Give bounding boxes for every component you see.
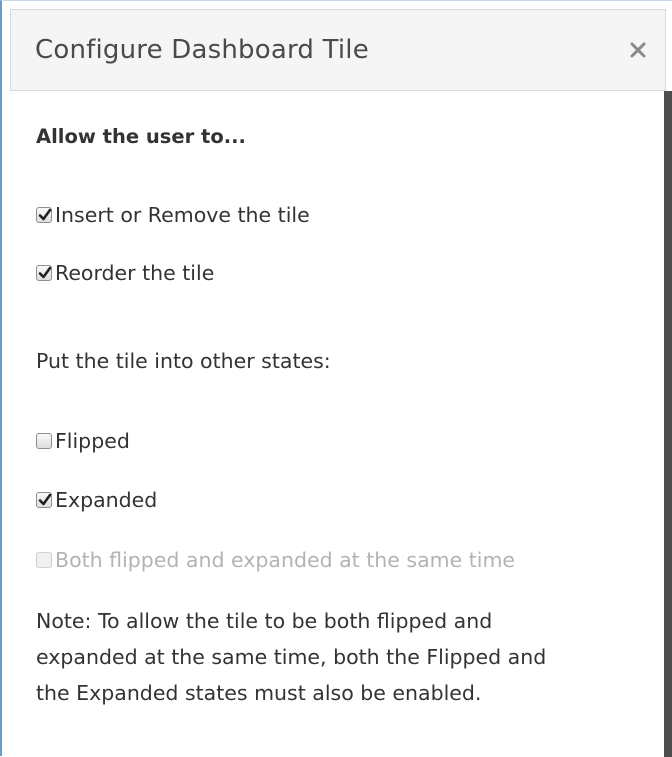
dialog-body: Allow the user to... Insert or Remove th… <box>10 91 656 757</box>
flipped-checkbox[interactable] <box>36 433 52 449</box>
note-text: Note: To allow the tile to be both flipp… <box>36 603 636 711</box>
checkbox-row-expanded[interactable]: Expanded <box>36 486 157 514</box>
dialog-title: Configure Dashboard Tile <box>35 35 369 65</box>
checkmark-icon <box>38 266 52 279</box>
configure-tile-dialog: Configure Dashboard Tile Allow the user … <box>0 0 672 757</box>
insert-remove-label: Insert or Remove the tile <box>55 203 310 227</box>
both-flipped-expanded-checkbox <box>36 552 52 568</box>
dialog-titlebar: Configure Dashboard Tile <box>10 9 666 91</box>
note-line: the Expanded states must also be enabled… <box>36 681 482 705</box>
expanded-label: Expanded <box>55 488 158 512</box>
close-button[interactable] <box>623 32 653 66</box>
permissions-heading: Allow the user to... <box>36 125 246 148</box>
states-heading: Put the tile into other states: <box>36 349 331 373</box>
note-line: Note: To allow the tile to be both flipp… <box>36 609 493 633</box>
expanded-checkbox[interactable] <box>36 492 52 508</box>
checkmark-icon <box>38 493 52 506</box>
checkbox-row-both: Both flipped and expanded at the same ti… <box>36 546 515 574</box>
reorder-label: Reorder the tile <box>55 261 215 285</box>
dialog-right-edge <box>664 91 672 757</box>
flipped-label: Flipped <box>55 429 130 453</box>
checkmark-icon <box>38 208 52 221</box>
checkbox-row-insert-remove[interactable]: Insert or Remove the tile <box>36 201 310 229</box>
checkbox-row-flipped[interactable]: Flipped <box>36 427 130 455</box>
close-icon <box>630 42 646 58</box>
insert-remove-checkbox[interactable] <box>36 207 52 223</box>
note-line: expanded at the same time, both the Flip… <box>36 645 547 669</box>
checkbox-row-reorder[interactable]: Reorder the tile <box>36 259 214 287</box>
reorder-checkbox[interactable] <box>36 265 52 281</box>
both-flipped-expanded-label: Both flipped and expanded at the same ti… <box>55 548 516 572</box>
